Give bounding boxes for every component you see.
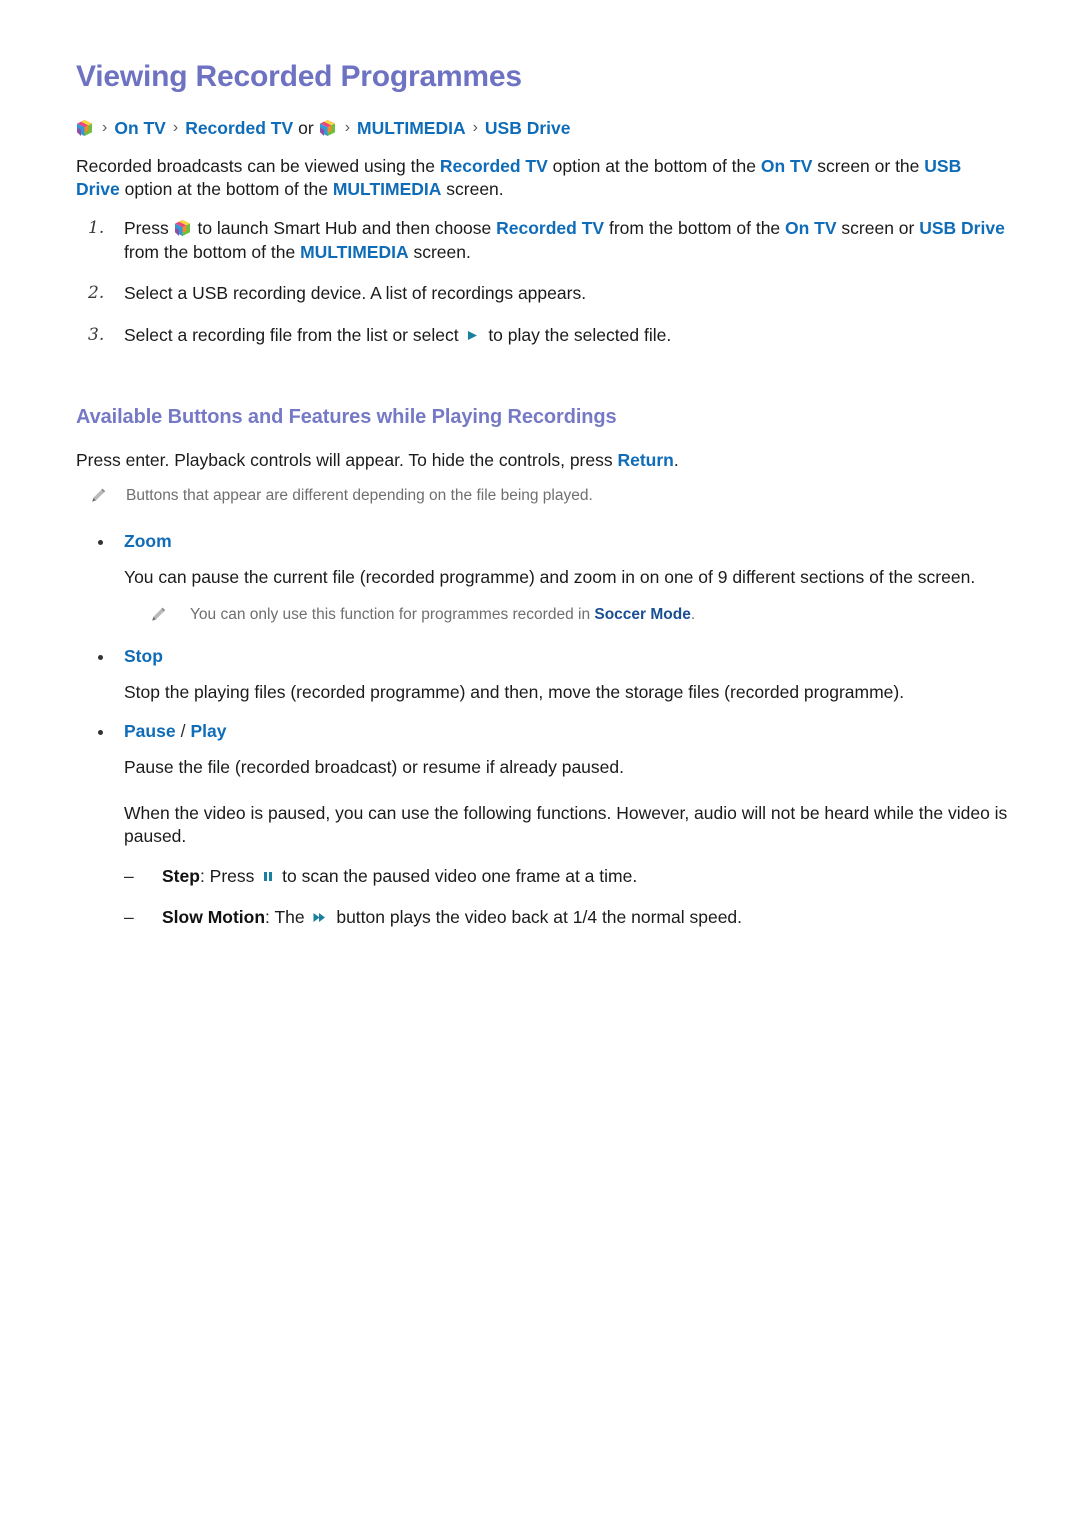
step-1-text-5: from the bottom of the: [124, 241, 301, 262]
note-buttons-differ: Buttons that appear are different depend…: [76, 486, 1008, 507]
sub-item-slow-motion-text-2: button plays the video back at 1/4 the n…: [331, 907, 743, 928]
breadcrumb-separator: ›: [344, 119, 351, 137]
feature-label-text: Zoom: [124, 530, 172, 551]
feature-list: Zoom You can pause the current file (rec…: [76, 531, 1008, 849]
note-link-soccer-mode[interactable]: Soccer Mode: [594, 606, 690, 623]
feature-label-stop[interactable]: Stop: [76, 646, 1008, 667]
pause-icon: [262, 870, 274, 883]
breadcrumb-separator: ›: [172, 119, 179, 137]
feature-label-text: Stop: [124, 646, 163, 667]
step-item-3: 3. Select a recording file from the list …: [76, 324, 1008, 348]
step-1-text-2: to launch Smart Hub and then choose: [192, 218, 497, 239]
step-1-text-6: screen.: [408, 241, 471, 262]
step-1-link-on-tv[interactable]: On TV: [785, 218, 837, 238]
section-intro-text-1: Press enter. Playback controls will appe…: [76, 449, 618, 470]
feature-body-stop: Stop the playing files (recorded program…: [124, 682, 905, 703]
step-1-link-recorded-tv[interactable]: Recorded TV: [496, 218, 604, 238]
sub-item-slow-motion: – Slow Motion: The button plays the video…: [76, 906, 1008, 930]
pencil-note-icon: [90, 487, 107, 504]
step-number: 1.: [88, 218, 105, 239]
intro-text-3: screen or the: [812, 155, 925, 176]
step-item-2: 2. Select a USB recording device. A list …: [76, 282, 1008, 306]
sub-item-slow-motion-text-1: : The: [265, 907, 310, 928]
step-1-link-usb-drive[interactable]: USB Drive: [919, 218, 1005, 238]
step-number: 2.: [88, 283, 105, 304]
intro-paragraph: Recorded broadcasts can be viewed using …: [76, 155, 1008, 202]
breadcrumb: › On TV › Recorded TV or › MULTIMEDIA › …: [76, 116, 1008, 141]
sub-item-list: – Step: Press to scan the paused video on…: [76, 865, 1008, 930]
steps-list: 1. Press to launch Smart Hub and then cho…: [76, 217, 1008, 348]
feature-item-pause-play: Pause / Play Pause the file (recorded broa…: [76, 721, 1008, 849]
sub-item-step-text-1: : Press: [199, 865, 260, 886]
feature-body-pause-play-1: Pause the file (recorded broadcast) or r…: [124, 756, 624, 777]
note-text-1: You can only use this function for progr…: [190, 606, 595, 624]
breadcrumb-conjunction: or: [298, 118, 314, 138]
intro-link-multimedia[interactable]: MULTIMEDIA: [333, 179, 442, 199]
smart-hub-cube-icon: [174, 219, 191, 237]
step-1-text-3: from the bottom of the: [604, 218, 786, 239]
feature-label-pause[interactable]: Pause: [124, 721, 176, 741]
play-icon: [466, 329, 480, 342]
smart-hub-cube-icon: [319, 119, 336, 137]
dash-marker: –: [124, 907, 134, 928]
feature-item-zoom: Zoom You can pause the current file (rec…: [76, 531, 1008, 627]
note-text: Buttons that appear are different depend…: [126, 486, 593, 504]
step-item-1: 1. Press to launch Smart Hub and then cho…: [76, 217, 1008, 264]
step-3-text-1: Select a recording file from the list or…: [124, 324, 464, 345]
pencil-note-icon: [150, 606, 167, 623]
note-soccer-mode: You can only use this function for progr…: [122, 605, 1008, 626]
intro-link-recorded-tv[interactable]: Recorded TV: [440, 156, 548, 176]
bullet-dot-icon: [98, 729, 103, 735]
note-text-2: .: [690, 606, 696, 624]
document-page: Viewing Recorded Programmes › On TV › Re…: [0, 0, 1080, 1527]
breadcrumb-separator: ›: [472, 119, 478, 137]
feature-item-stop: Stop Stop the playing files (recorded pr…: [76, 646, 1008, 705]
step-1-text-4: screen or: [836, 218, 920, 239]
sub-item-step: – Step: Press to scan the paused video on…: [76, 865, 1008, 889]
smart-hub-cube-icon: [76, 119, 93, 137]
feature-label-separator: /: [180, 720, 186, 741]
step-number: 3.: [88, 324, 105, 345]
feature-body-pause-play-2: When the video is paused, you can use th…: [124, 802, 1008, 847]
intro-text-2: option at the bottom of the: [547, 155, 761, 176]
section-intro-paragraph: Press enter. Playback controls will appe…: [76, 449, 1008, 472]
step-2-text: Select a USB recording device. A list of…: [124, 283, 587, 304]
intro-text-1: Recorded broadcasts can be viewed using …: [76, 155, 440, 176]
breadcrumb-item-usb-drive[interactable]: USB Drive: [485, 116, 571, 141]
step-3-text-2: to play the selected file.: [483, 324, 672, 345]
bullet-dot-icon: [98, 539, 103, 545]
sub-item-step-text-2: to scan the paused video one frame at a …: [277, 865, 638, 886]
feature-label-pause-play[interactable]: Pause / Play: [76, 721, 1008, 742]
breadcrumb-item-on-tv[interactable]: On TV: [114, 116, 166, 141]
step-1-link-multimedia[interactable]: MULTIMEDIA: [300, 242, 409, 262]
sub-item-label-slow-motion: Slow Motion: [162, 907, 266, 928]
page-title: Viewing Recorded Programmes: [76, 60, 522, 93]
feature-label-zoom[interactable]: Zoom: [76, 531, 1008, 552]
step-1-text-1: Press: [124, 218, 174, 239]
breadcrumb-item-multimedia[interactable]: MULTIMEDIA: [357, 116, 466, 141]
sub-item-label-step: Step: [162, 865, 200, 886]
feature-label-play[interactable]: Play: [190, 721, 226, 741]
section-title: Available Buttons and Features while Pla…: [76, 405, 617, 428]
intro-text-4: option at the bottom of the: [119, 178, 333, 199]
feature-body-zoom: You can pause the current file (recorded…: [124, 566, 976, 587]
breadcrumb-separator: ›: [102, 119, 108, 137]
bullet-dot-icon: [98, 655, 103, 661]
section-intro-link-return[interactable]: Return: [617, 450, 673, 470]
breadcrumb-item-recorded-tv[interactable]: Recorded TV: [185, 116, 293, 141]
section-intro-text-2: .: [673, 449, 679, 470]
intro-link-on-tv[interactable]: On TV: [761, 156, 813, 176]
fast-forward-icon: [312, 911, 328, 924]
dash-marker: –: [124, 865, 134, 886]
intro-text-5: screen.: [441, 178, 504, 199]
